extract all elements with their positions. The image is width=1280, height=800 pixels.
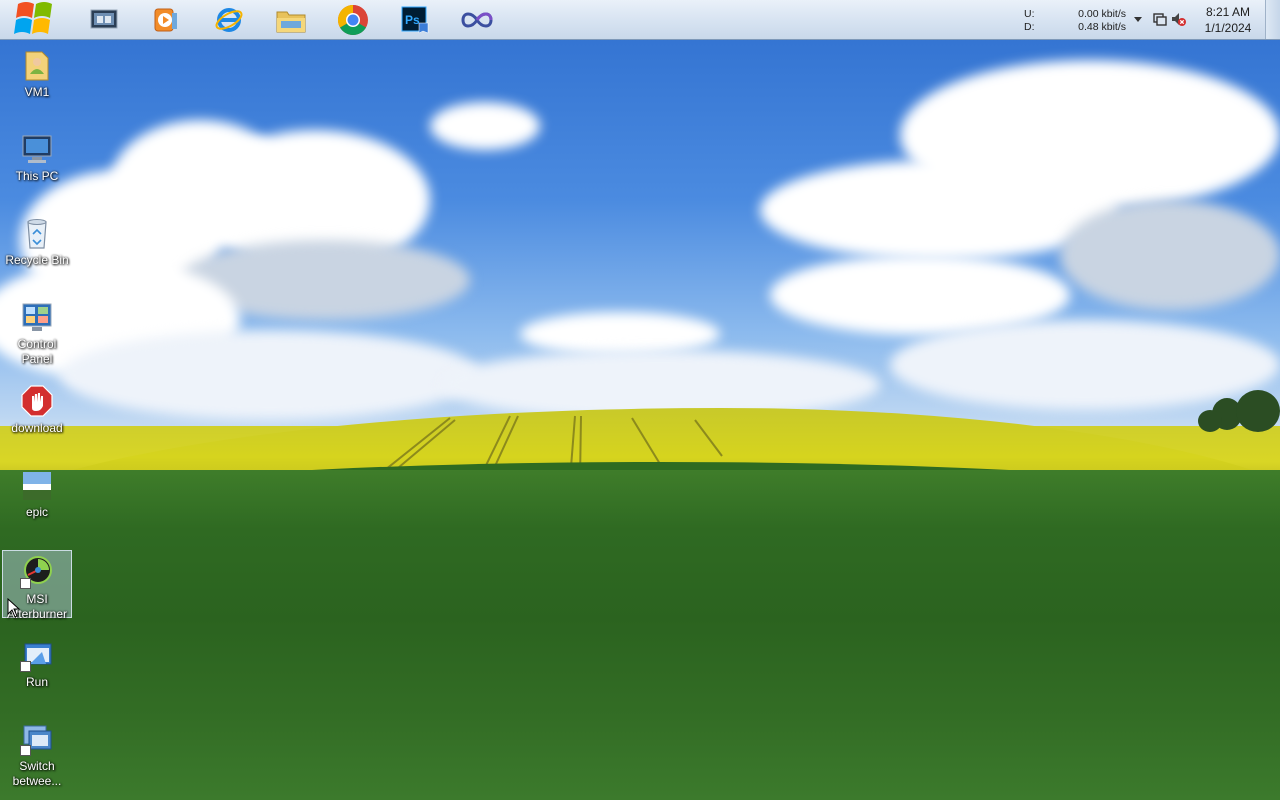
taskbar-media-player[interactable]: [149, 4, 183, 36]
desktop-icon-this-pc[interactable]: This PC: [2, 128, 72, 188]
run-icon: [20, 638, 54, 672]
desktop-icon-run[interactable]: Run: [2, 634, 72, 694]
start-orb-icon: [14, 2, 52, 34]
taskbar: Ps U: D: 0.00 kbit/s 0.48 kbit/s 8:21 AM…: [0, 0, 1280, 40]
desktop-icon-label: VM1: [24, 85, 50, 99]
desktop-icon-label: Switch betwee...: [12, 759, 62, 788]
download-rate: 0.48 kbit/s: [1078, 21, 1126, 33]
clock-time: 8:21 AM: [1205, 5, 1251, 19]
recycle-bin-icon: [20, 216, 54, 250]
chrome-icon: [337, 4, 368, 36]
network-meter[interactable]: 0.00 kbit/s 0.48 kbit/s: [1058, 8, 1126, 34]
media-player-icon: [154, 8, 177, 32]
start-button[interactable]: [8, 0, 62, 44]
show-desktop-button[interactable]: [1265, 0, 1280, 39]
mouse-cursor-icon: [7, 598, 21, 618]
taskbar-chrome[interactable]: [336, 4, 370, 36]
task-manager-icon: [90, 9, 118, 29]
speaker-muted-icon[interactable]: [1170, 11, 1186, 27]
desktop-icon-label: epic: [25, 505, 48, 519]
taskbar-photoshop[interactable]: Ps: [398, 4, 432, 36]
photoshop-icon: Ps: [401, 6, 429, 34]
switch-windows-icon: [20, 722, 54, 756]
clock[interactable]: 8:21 AM 1/1/2024: [1196, 4, 1260, 36]
tree: [1198, 410, 1222, 432]
network-meter-labels: U: D:: [1024, 8, 1035, 34]
computer-icon: [20, 132, 54, 166]
desktop-icon-vm1[interactable]: VM1: [2, 44, 72, 104]
desktop-icon-epic[interactable]: epic: [2, 464, 72, 524]
network-icon[interactable]: [1152, 11, 1168, 27]
msi-afterburner-icon: [20, 555, 54, 589]
infinity-icon: [461, 12, 493, 28]
control-panel-icon: [20, 300, 54, 334]
desktop-icon-label: Control Panel: [17, 337, 57, 366]
desktop-icon-label: download: [11, 421, 63, 435]
show-hidden-icons-chevron-icon[interactable]: [1132, 13, 1144, 25]
user-folder-icon: [20, 48, 54, 82]
taskbar-file-explorer[interactable]: [274, 4, 308, 36]
system-tray: U: D: 0.00 kbit/s 0.48 kbit/s 8:21 AM 1/…: [998, 0, 1280, 40]
desktop-icon-recycle-bin[interactable]: Recycle Bin: [2, 212, 72, 272]
desktop-icon-label: Run: [25, 675, 48, 689]
green-field: [0, 470, 1280, 800]
cloud: [1060, 200, 1280, 310]
cloud: [890, 320, 1280, 410]
desktop-icon-control-panel[interactable]: Control Panel: [2, 296, 72, 370]
cloud: [430, 102, 540, 150]
tree: [1236, 390, 1280, 432]
upload-rate: 0.00 kbit/s: [1078, 8, 1126, 20]
clock-date: 1/1/2024: [1204, 21, 1252, 35]
folder-icon: [276, 11, 306, 33]
desktop-icon-label: Recycle Bin: [5, 253, 69, 267]
taskbar-internet-explorer[interactable]: [212, 4, 246, 36]
taskbar-app[interactable]: [460, 4, 494, 36]
taskbar-task-manager[interactable]: [87, 4, 121, 36]
desktop-icon-label: This PC: [15, 169, 59, 183]
desktop-icon-switch-between-windows[interactable]: Switch betwee...: [2, 718, 72, 792]
desktop-wallpaper[interactable]: [0, 0, 1280, 800]
svg-text:Ps: Ps: [405, 13, 420, 27]
desktop-icon-download[interactable]: download: [2, 380, 72, 440]
image-file-icon: [20, 468, 54, 502]
cloud: [60, 330, 480, 420]
stop-hand-icon: [20, 384, 54, 418]
shortcut-arrow-icon: [20, 578, 31, 589]
shortcut-arrow-icon: [20, 661, 31, 672]
download-label: D:: [1024, 21, 1035, 33]
shortcut-arrow-icon: [20, 745, 31, 756]
internet-explorer-icon: [215, 8, 243, 32]
upload-label: U:: [1024, 8, 1035, 20]
